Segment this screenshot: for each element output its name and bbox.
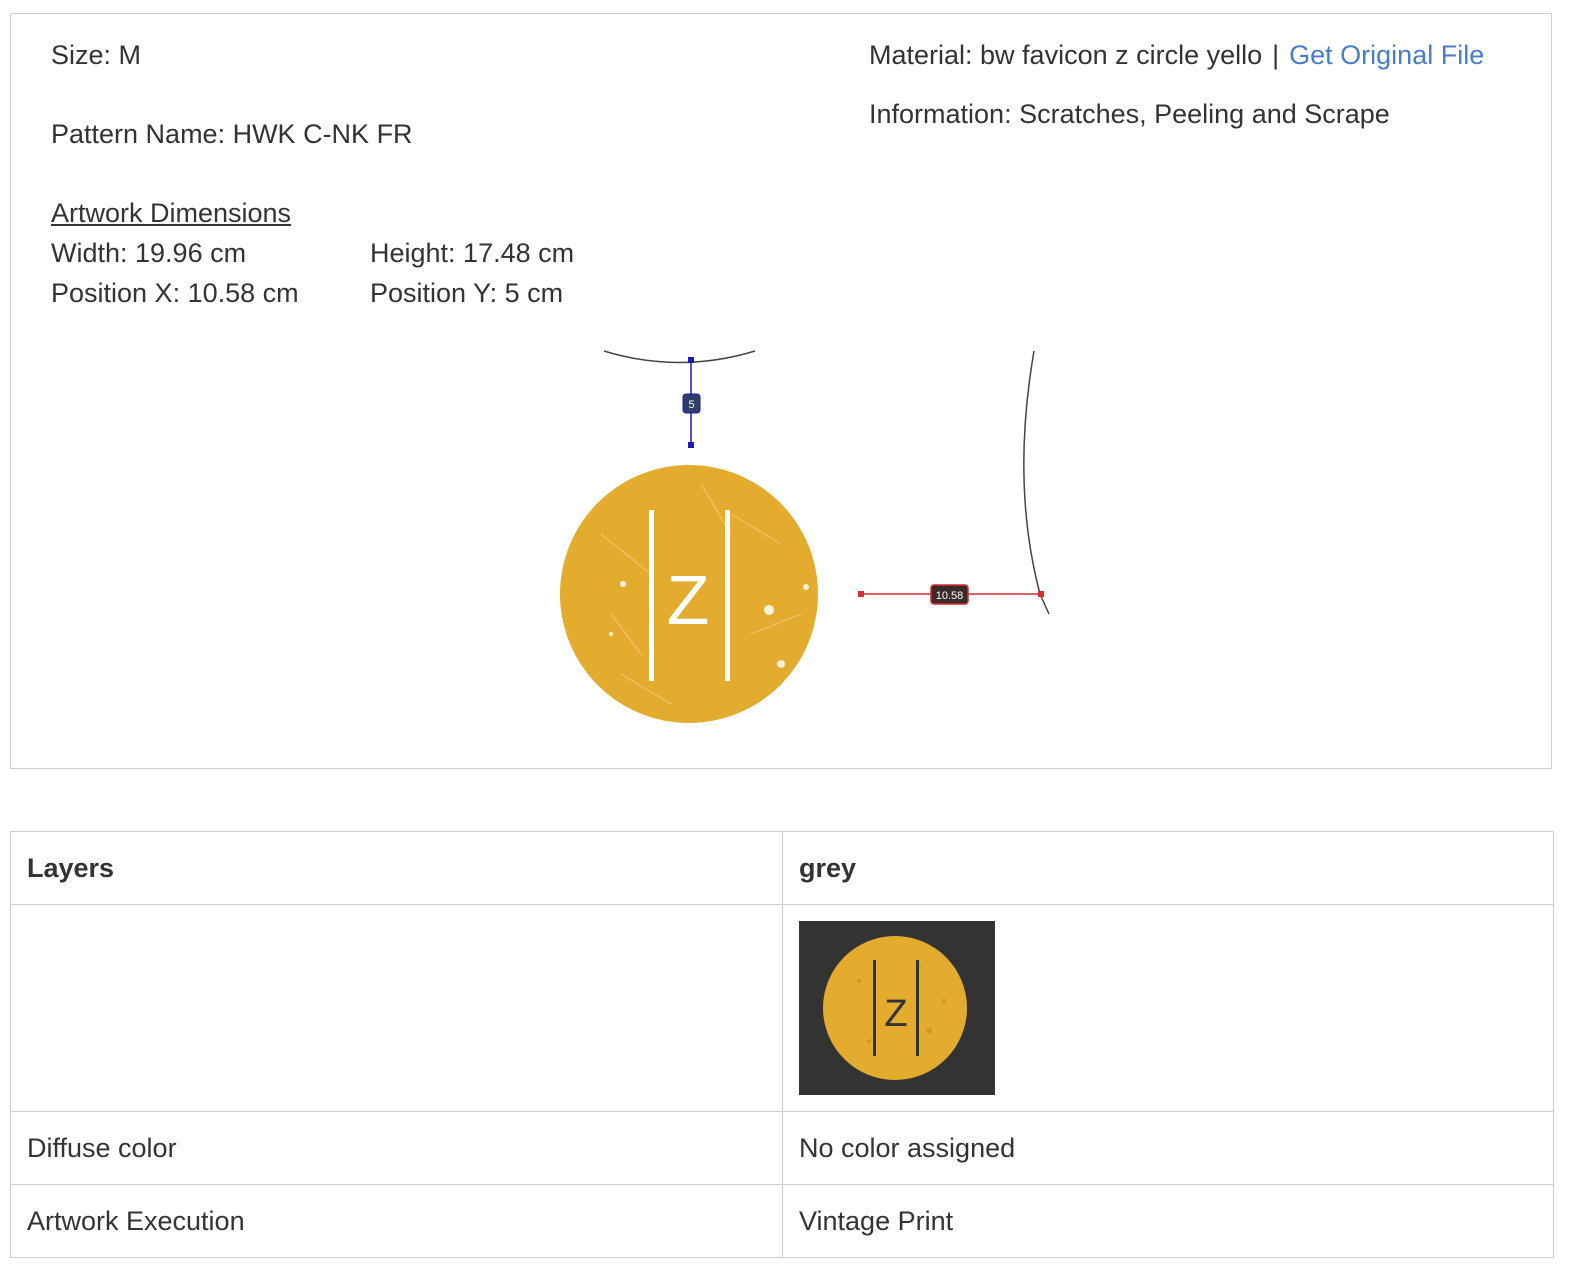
side-offset-guide: 10.58: [858, 584, 1044, 605]
table-header-row: Layers grey: [10, 831, 1554, 905]
row-label: Diffuse color: [10, 1111, 783, 1185]
empty-cell: [10, 904, 783, 1112]
logo-letter: Z: [667, 561, 710, 639]
placement-preview: 5 10.58 Z: [560, 350, 1050, 723]
row-value: No color assigned: [782, 1111, 1554, 1185]
thumbnail-cell: Z: [782, 904, 1554, 1112]
row-value: Vintage Print: [782, 1184, 1554, 1258]
logo-right-bar: [725, 510, 730, 681]
layers-table: Layers grey Z Diffuse color No color ass…: [10, 831, 1554, 1258]
row-label: Artwork Execution: [10, 1184, 783, 1258]
top-offset-label: 5: [688, 399, 694, 411]
table-row: Diffuse color No color assigned: [10, 1111, 1554, 1185]
artwork-details-panel: Size: M Pattern Name: HWK C-NK FR Materi…: [10, 13, 1552, 769]
table-row: Z: [10, 904, 1554, 1112]
header-layers: Layers: [10, 831, 783, 905]
header-grey: grey: [782, 831, 1554, 905]
artwork-logo: Z: [560, 465, 818, 723]
svg-text:Z: Z: [884, 993, 907, 1035]
logo-left-bar: [649, 510, 654, 681]
layer-thumbnail: Z: [799, 921, 995, 1095]
neckline-outline: [603, 350, 756, 364]
table-row: Artwork Execution Vintage Print: [10, 1184, 1554, 1258]
body-outline: [1023, 350, 1050, 615]
top-offset-guide: 5: [682, 357, 701, 448]
side-offset-label: 10.58: [936, 590, 964, 602]
